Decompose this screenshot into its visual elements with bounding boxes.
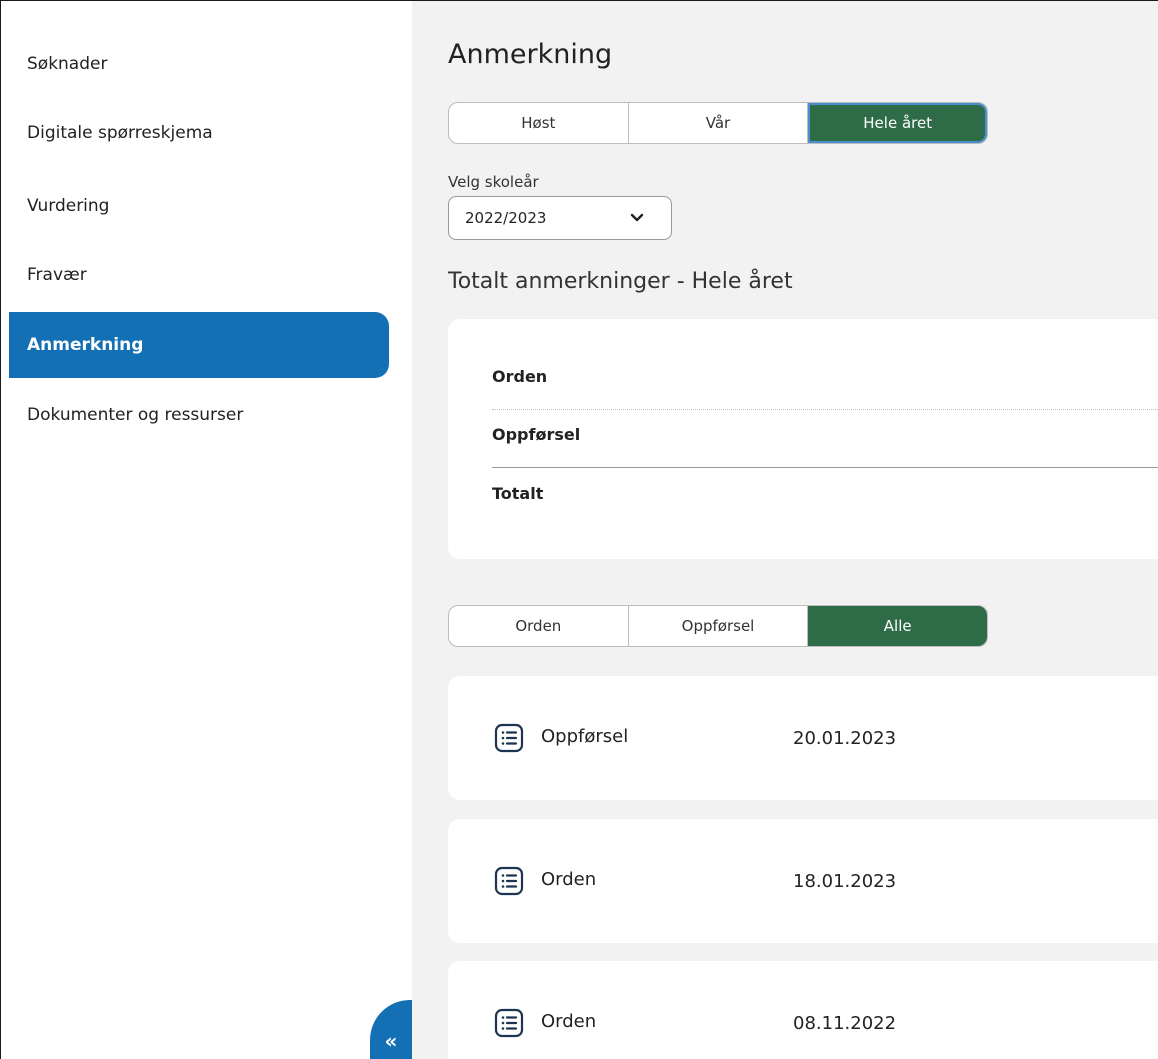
summary-row-oppforsel: Oppførsel [492, 425, 1158, 468]
entry-date: 18.01.2023 [793, 871, 897, 892]
sidebar-item-dokumenter-og-ressurser[interactable]: Dokumenter og ressurser [9, 382, 389, 448]
list-item[interactable]: Orden 08.11.2022 [448, 961, 1158, 1059]
entry-type: Oppførsel [541, 726, 629, 747]
double-chevron-left-icon: « [384, 1029, 398, 1053]
tab-orden[interactable]: Orden [449, 606, 629, 646]
sidebar-item-label: Digitale spørreskjema [27, 123, 213, 143]
sidebar-item-fravaer[interactable]: Fravær [9, 242, 389, 308]
sidebar-item-digitale-sporreskjema[interactable]: Digitale spørreskjema [9, 100, 389, 166]
entry-type: Orden [541, 869, 597, 890]
summary-title: Totalt anmerkninger - Hele året [448, 269, 793, 294]
entry-type: Orden [541, 1011, 597, 1032]
entry-date: 08.11.2022 [793, 1013, 897, 1034]
page-title: Anmerkning [448, 39, 613, 70]
tab-var[interactable]: Vår [629, 103, 809, 143]
list-icon [494, 866, 524, 896]
summary-card: Orden Oppførsel Totalt [448, 319, 1158, 559]
tab-oppforsel[interactable]: Oppførsel [629, 606, 809, 646]
main-content: Anmerkning Høst Vår Hele året Velg skole… [412, 1, 1158, 1059]
filter-tabs: Orden Oppførsel Alle [448, 605, 988, 647]
sidebar-item-soknader[interactable]: Søknader [9, 31, 389, 97]
sidebar: Søknader Digitale spørreskjema Vurdering… [1, 1, 411, 1059]
tab-host[interactable]: Høst [449, 103, 629, 143]
sidebar-item-label: Fravær [27, 265, 87, 285]
list-icon [494, 1008, 524, 1038]
sidebar-item-anmerkning[interactable]: Anmerkning [9, 312, 389, 378]
sidebar-item-label: Søknader [27, 54, 108, 74]
school-year-select[interactable]: 2022/2023 [448, 196, 672, 240]
sidebar-item-label: Dokumenter og ressurser [27, 405, 244, 425]
list-item[interactable]: Oppførsel 20.01.2023 [448, 676, 1158, 800]
list-icon [494, 723, 524, 753]
summary-row-totalt: Totalt [492, 484, 544, 503]
sidebar-item-vurdering[interactable]: Vurdering [9, 173, 389, 239]
sidebar-item-label: Anmerkning [27, 335, 144, 355]
list-item[interactable]: Orden 18.01.2023 [448, 819, 1158, 943]
entry-date: 20.01.2023 [793, 728, 897, 749]
tab-hele-aret[interactable]: Hele året [808, 103, 987, 143]
chevron-down-icon [630, 213, 644, 222]
sidebar-item-label: Vurdering [27, 196, 110, 216]
summary-row-orden: Orden [492, 367, 1158, 410]
tab-alle[interactable]: Alle [808, 606, 987, 646]
year-select-label: Velg skoleår [448, 173, 539, 191]
school-year-value: 2022/2023 [465, 209, 547, 227]
season-tabs: Høst Vår Hele året [448, 102, 988, 144]
